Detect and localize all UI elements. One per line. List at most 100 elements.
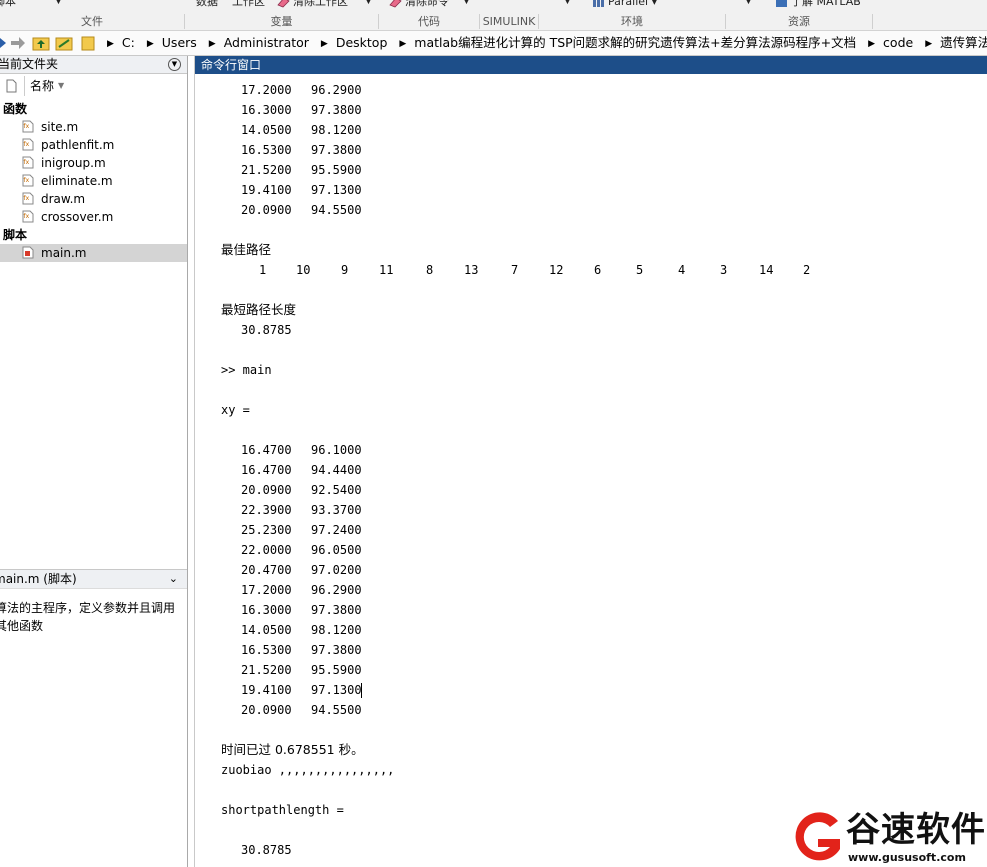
x-value: 16.5300 bbox=[241, 643, 292, 657]
list-item[interactable]: fx eliminate.m bbox=[0, 172, 187, 190]
svg-text:fx: fx bbox=[24, 195, 30, 202]
learn-matlab-button[interactable]: 了解 MATLAB bbox=[775, 0, 861, 9]
svg-text:fx: fx bbox=[24, 123, 30, 130]
y-value: 96.0500 bbox=[311, 543, 362, 557]
chevron-right-icon[interactable]: ▶ bbox=[107, 32, 114, 56]
list-item[interactable]: fx inigroup.m bbox=[0, 154, 187, 172]
xy-label: xy = bbox=[221, 403, 250, 417]
list-item[interactable]: fx crossover.m bbox=[0, 208, 187, 226]
shortpathlength-row: 30.8785 bbox=[221, 840, 394, 860]
function-file-icon: fx bbox=[22, 120, 34, 133]
y-value: 94.5500 bbox=[311, 203, 362, 217]
crumb-genetic[interactable]: 遗传算法 bbox=[939, 31, 987, 55]
shortest-length-row: 30.8785 bbox=[221, 320, 394, 340]
output-row: 16.4700 94.4400 bbox=[221, 460, 394, 480]
list-item[interactable]: fx draw.m bbox=[0, 190, 187, 208]
path-node: 10 bbox=[296, 263, 311, 277]
chevron-down-icon[interactable]: ▼ bbox=[564, 0, 571, 6]
group-functions: 函数 bbox=[3, 102, 28, 116]
list-item[interactable]: fx site.m bbox=[0, 118, 187, 136]
shortpathlength-value: 30.8785 bbox=[241, 843, 292, 857]
command-output: 17.2000 96.2900 16.3000 97.3800 14.0500 98.12… bbox=[221, 80, 810, 860]
y-value: 95.5900 bbox=[311, 663, 362, 677]
back-arrow-icon[interactable] bbox=[0, 35, 8, 51]
list-item-selected[interactable]: main.m bbox=[0, 244, 187, 262]
function-file-icon: fx bbox=[22, 174, 34, 187]
chevron-right-icon[interactable]: ▶ bbox=[925, 32, 932, 56]
crumb-project[interactable]: matlab编程进化计算的 TSP问题求解的研究遗传算法+差分算法源码程序+文档 bbox=[413, 31, 857, 55]
crumb-administrator[interactable]: Administrator bbox=[223, 31, 310, 55]
logo-g-icon bbox=[795, 812, 840, 861]
group-code: 代码 bbox=[379, 14, 480, 29]
browse-folder-icon[interactable] bbox=[55, 35, 73, 51]
command-window[interactable]: 命令行窗口 17.2000 96.2900 16.3000 97.3800 14.050… bbox=[194, 56, 987, 867]
y-value: 97.3800 bbox=[311, 143, 362, 157]
details-header[interactable]: main.m (脚本) ⌄ bbox=[0, 569, 187, 589]
output-row: 16.3000 97.3800 bbox=[221, 100, 394, 120]
output-row: 17.2000 96.2900 bbox=[221, 80, 394, 100]
best-path-label: 最佳路径 bbox=[221, 242, 272, 257]
workspace-button[interactable]: 工作区 bbox=[232, 0, 265, 9]
y-value: 97.3800 bbox=[311, 643, 362, 657]
x-value: 17.2000 bbox=[241, 83, 292, 97]
script-button[interactable]: 脚本 bbox=[0, 0, 16, 9]
elapsed-time-line: 时间已过 0.678551 秒。 bbox=[221, 742, 364, 757]
function-file-icon: fx bbox=[22, 156, 34, 169]
ribbon-toolbar: 脚本 ▼ 数据 工作区 清除工作区 ▼ 清除命令 ▼ ▼ Parallel ▾ … bbox=[0, 0, 987, 31]
y-value: 94.4400 bbox=[311, 463, 362, 477]
forward-arrow-icon[interactable] bbox=[10, 35, 26, 51]
svg-text:fx: fx bbox=[24, 141, 30, 148]
shortest-length-label: 最短路径长度 bbox=[221, 302, 297, 317]
y-value: 97.1300 bbox=[311, 183, 362, 197]
chevron-right-icon[interactable]: ▶ bbox=[399, 32, 406, 56]
x-value: 20.0900 bbox=[241, 203, 292, 217]
chevron-down-icon[interactable]: ▼ bbox=[365, 0, 372, 6]
chevron-right-icon[interactable]: ▶ bbox=[868, 32, 875, 56]
output-row: 16.5300 97.3800 bbox=[221, 640, 394, 660]
output-row: 16.3000 97.3800 bbox=[221, 600, 394, 620]
x-value: 16.3000 bbox=[241, 603, 292, 617]
path-node: 3 bbox=[720, 263, 728, 277]
path-node: 12 bbox=[549, 263, 564, 277]
parallel-button[interactable]: Parallel ▾ bbox=[592, 0, 657, 9]
crumb-users[interactable]: Users bbox=[161, 31, 198, 55]
path-node: 13 bbox=[464, 263, 479, 277]
function-file-icon: fx bbox=[22, 192, 34, 205]
y-value: 97.2400 bbox=[311, 523, 362, 537]
group-variable: 变量 bbox=[185, 14, 379, 29]
zuobiao-line: zuobiao ,,,,,,,,,,,,,,,, bbox=[221, 763, 395, 777]
chevron-down-icon[interactable]: ▼ bbox=[745, 0, 752, 6]
details-description: 算法的主程序，定义参数并且调用 其他函数 bbox=[0, 601, 176, 633]
chevron-right-icon[interactable]: ▶ bbox=[321, 32, 328, 56]
text-cursor bbox=[361, 683, 362, 698]
up-folder-icon[interactable] bbox=[32, 35, 50, 51]
svg-text:fx: fx bbox=[24, 159, 30, 166]
chevron-right-icon[interactable]: ▶ bbox=[147, 32, 154, 56]
chevron-down-icon[interactable]: ⌄ bbox=[169, 570, 178, 588]
address-bar: ▶ C: ▶ Users ▶ Administrator ▶ Desktop ▶ matl… bbox=[0, 31, 987, 56]
chevron-down-icon[interactable]: ▼ bbox=[463, 0, 470, 6]
clear-workspace-button[interactable]: 清除工作区 bbox=[277, 0, 348, 9]
panel-menu-icon[interactable]: ▼ bbox=[168, 58, 181, 71]
y-value: 95.5900 bbox=[311, 163, 362, 177]
clear-commands-button[interactable]: 清除命令 bbox=[389, 0, 449, 9]
list-item[interactable]: fx pathlenfit.m bbox=[0, 136, 187, 154]
output-row: 21.5200 95.5900 bbox=[221, 160, 394, 180]
crumb-desktop[interactable]: Desktop bbox=[335, 31, 389, 55]
command-window-title: 命令行窗口 bbox=[195, 56, 987, 74]
crumb-c[interactable]: C: bbox=[121, 31, 136, 55]
output-row: 20.0900 94.5500 bbox=[221, 200, 394, 220]
y-value: 97.0200 bbox=[311, 563, 362, 577]
column-header[interactable]: 名称 ▼ bbox=[0, 76, 187, 96]
learn-icon bbox=[776, 0, 787, 7]
chevron-right-icon[interactable]: ▶ bbox=[209, 32, 216, 56]
output-row: 22.0000 96.0500 bbox=[221, 540, 394, 560]
data-button[interactable]: 数据 bbox=[196, 0, 218, 9]
crumb-code[interactable]: code bbox=[882, 31, 914, 55]
shortest-length-value: 30.8785 bbox=[241, 323, 292, 337]
chevron-down-icon[interactable]: ▼ bbox=[55, 0, 62, 6]
x-value: 17.2000 bbox=[241, 583, 292, 597]
y-value: 97.1300 bbox=[311, 683, 362, 697]
